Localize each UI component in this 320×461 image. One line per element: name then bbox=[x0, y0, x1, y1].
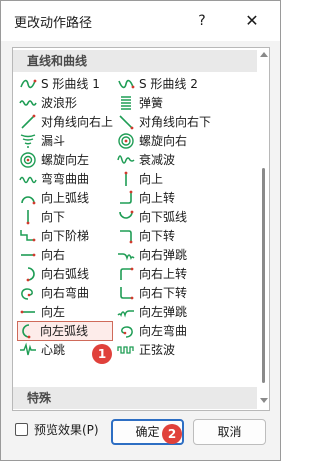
path-item-bounce-right[interactable]: 向右弹跳 bbox=[117, 245, 187, 265]
s-curve-2-icon bbox=[118, 79, 135, 89]
funnel-icon bbox=[20, 134, 36, 148]
heartbeat-icon bbox=[20, 342, 36, 356]
preview-checkbox[interactable] bbox=[15, 423, 28, 436]
path-item-zigzag[interactable]: 弯弯曲曲 bbox=[19, 169, 89, 189]
change-motion-path-dialog: 更改动作路径 ? ✕ 直线和曲线 S 形曲线 1 S 形曲线 2 波浪形 弹簧 … bbox=[0, 0, 281, 461]
wave-icon bbox=[19, 100, 37, 106]
title-bar: 更改动作路径 ? ✕ bbox=[1, 1, 280, 41]
s-curve-1-icon bbox=[20, 79, 37, 89]
path-item-wave[interactable]: 波浪形 bbox=[19, 93, 77, 113]
annotation-badge-1: 1 bbox=[92, 344, 112, 364]
bounce-left-icon bbox=[117, 310, 134, 318]
turn-up-right-icon bbox=[120, 267, 134, 280]
zigzag-icon bbox=[19, 176, 37, 184]
path-item-turn-down-right[interactable]: 向右下转 bbox=[117, 283, 187, 303]
path-item-curvy-right[interactable]: 向右弯曲 bbox=[19, 283, 89, 303]
decaying-wave-icon bbox=[117, 155, 135, 164]
cancel-button[interactable]: 取消 bbox=[193, 419, 266, 445]
arc-up-icon bbox=[21, 196, 36, 205]
turn-down-right-icon bbox=[120, 287, 134, 300]
path-item-s-curve-1[interactable]: S 形曲线 1 bbox=[19, 74, 100, 94]
scroll-thumb[interactable] bbox=[262, 168, 265, 383]
spring-icon bbox=[121, 96, 131, 110]
scroll-down-arrow-icon[interactable] bbox=[260, 398, 268, 403]
preview-label: 预览效果(P) bbox=[34, 423, 99, 437]
path-item-spiral-left[interactable]: 螺旋向左 bbox=[19, 150, 89, 170]
path-item-left[interactable]: 向左 bbox=[19, 302, 65, 322]
path-item-diagonal-up-right[interactable]: 对角线向右上 bbox=[19, 112, 113, 132]
dialog-title: 更改动作路径 bbox=[14, 16, 93, 31]
path-item-sine-wave[interactable]: 正弦波 bbox=[117, 340, 175, 360]
section-header-lines-curves: 直线和曲线 bbox=[13, 50, 257, 72]
path-item-up[interactable]: 向上 bbox=[117, 169, 163, 189]
path-item-diagonal-down-right[interactable]: 对角线向右下 bbox=[117, 112, 211, 132]
spiral-right-icon bbox=[118, 133, 134, 149]
scroll-up-arrow-icon[interactable] bbox=[260, 52, 268, 57]
arc-left-icon bbox=[22, 324, 31, 339]
path-item-right[interactable]: 向右 bbox=[19, 245, 65, 265]
turn-up-icon bbox=[120, 190, 133, 204]
arc-down-icon bbox=[119, 210, 134, 219]
path-item-funnel[interactable]: 漏斗 bbox=[19, 131, 65, 151]
path-item-decaying-wave[interactable]: 衰减波 bbox=[117, 150, 175, 170]
diagonal-up-right-icon bbox=[21, 114, 36, 129]
path-item-spring[interactable]: 弹簧 bbox=[117, 93, 163, 113]
right-icon bbox=[21, 253, 36, 257]
preview-checkbox-row[interactable]: 预览效果(P) bbox=[15, 421, 99, 438]
help-button[interactable]: ? bbox=[190, 9, 214, 33]
section-header-special: 特殊 bbox=[13, 387, 257, 409]
path-item-arc-up[interactable]: 向上弧线 bbox=[19, 188, 89, 208]
path-item-bounce-left[interactable]: 向左弹跳 bbox=[117, 302, 187, 322]
bounce-right-icon bbox=[118, 253, 135, 261]
path-item-turn-down[interactable]: 向下转 bbox=[117, 226, 175, 246]
path-item-arc-down[interactable]: 向下弧线 bbox=[117, 207, 187, 227]
sine-wave-icon bbox=[117, 346, 134, 354]
path-item-heartbeat[interactable]: 心跳 bbox=[19, 340, 65, 360]
diagonal-down-right-icon bbox=[119, 115, 134, 130]
path-item-down[interactable]: 向下 bbox=[19, 207, 65, 227]
annotation-badge-2: 2 bbox=[162, 424, 182, 444]
path-item-s-curve-2[interactable]: S 形曲线 2 bbox=[117, 74, 198, 94]
curvy-left-icon bbox=[121, 326, 133, 338]
close-button[interactable]: ✕ bbox=[240, 9, 264, 33]
motion-path-list[interactable]: 直线和曲线 S 形曲线 1 S 形曲线 2 波浪形 弹簧 对角线向右上 对角线向… bbox=[12, 47, 270, 411]
up-icon bbox=[124, 171, 128, 186]
arc-right-icon bbox=[26, 267, 35, 282]
path-item-curvy-left[interactable]: 向左弯曲 bbox=[117, 321, 187, 341]
path-item-arc-right[interactable]: 向右弧线 bbox=[19, 264, 89, 284]
path-item-stairs-down[interactable]: 向下阶梯 bbox=[19, 226, 89, 246]
left-icon bbox=[20, 310, 35, 314]
turn-down-icon bbox=[120, 230, 133, 244]
down-icon bbox=[26, 210, 30, 225]
path-item-turn-up[interactable]: 向上转 bbox=[117, 188, 175, 208]
curvy-right-icon bbox=[21, 288, 33, 300]
spiral-left-icon bbox=[20, 152, 36, 168]
path-item-spiral-right[interactable]: 螺旋向右 bbox=[117, 131, 187, 151]
list-scrollbar[interactable] bbox=[259, 48, 269, 410]
stairs-down-icon bbox=[20, 230, 36, 242]
path-item-arc-left[interactable]: 向左弧线 bbox=[17, 321, 113, 341]
path-item-turn-up-right[interactable]: 向右上转 bbox=[117, 264, 187, 284]
